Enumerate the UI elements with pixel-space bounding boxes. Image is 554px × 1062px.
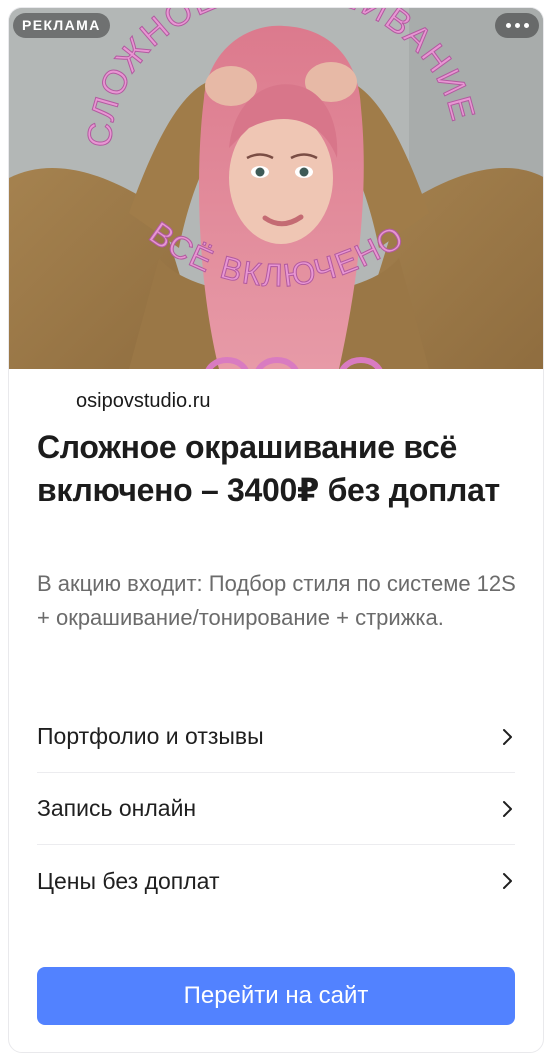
sitelink-label: Цены без доплат bbox=[37, 867, 220, 894]
model-photo-illustration: СЛОЖНОЕ ОКРАШИВАНИЕ ВСЁ ВКЛЮЧЕНО bbox=[9, 8, 543, 369]
ad-domain-link[interactable]: osipovstudio.ru bbox=[76, 390, 211, 413]
sitelink-label: Запись онлайн bbox=[37, 795, 197, 821]
ad-image[interactable]: СЛОЖНОЕ ОКРАШИВАНИЕ ВСЁ ВКЛЮЧЕНО РЕКЛАМА bbox=[9, 8, 543, 369]
more-options-button[interactable] bbox=[495, 13, 539, 38]
chevron-right-icon bbox=[503, 800, 512, 817]
sitelink-prices[interactable]: Цены без доплат bbox=[37, 845, 515, 917]
ad-headline[interactable]: Сложное окрашивание всё включено – 3400₽… bbox=[37, 426, 527, 512]
chevron-right-icon bbox=[503, 728, 512, 745]
more-dots-icon bbox=[505, 23, 511, 28]
ad-label-badge: РЕКЛАМА bbox=[13, 13, 110, 38]
sitelinks-list: Портфолио и отзывы Запись онлайн Цены бе… bbox=[37, 701, 515, 917]
sitelink-portfolio[interactable]: Портфолио и отзывы bbox=[37, 701, 515, 773]
ad-description: В акцию входит: Подбор стиля по системе … bbox=[37, 571, 516, 630]
sitelink-online-booking[interactable]: Запись онлайн bbox=[37, 773, 515, 845]
ad-card[interactable]: СЛОЖНОЕ ОКРАШИВАНИЕ ВСЁ ВКЛЮЧЕНО РЕКЛАМА… bbox=[8, 7, 544, 1053]
go-to-site-button[interactable]: Перейти на сайт bbox=[37, 967, 515, 1025]
sitelink-label: Портфолио и отзывы bbox=[37, 723, 264, 749]
chevron-right-icon bbox=[503, 873, 512, 889]
